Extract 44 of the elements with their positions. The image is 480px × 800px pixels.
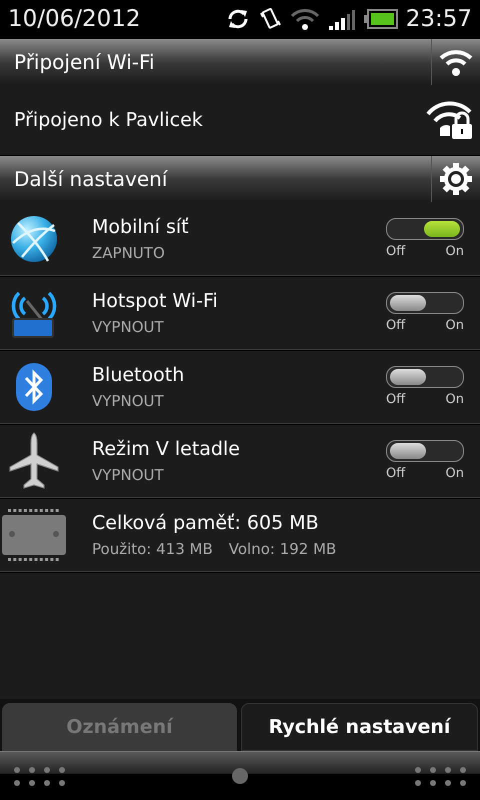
- wifi-network-label[interactable]: Připojeno k Pavlicek: [14, 109, 426, 131]
- memory-total: Celková paměť: 605 MB: [92, 512, 320, 534]
- toggle-label: On: [446, 244, 464, 259]
- toggle-label: Off: [386, 466, 406, 481]
- toggle-label: On: [446, 392, 464, 407]
- setting-title: Mobilní síť: [92, 216, 190, 238]
- toggle-switch[interactable]: [386, 218, 464, 240]
- memory-chip-icon: [0, 508, 68, 562]
- toggle-label: On: [446, 466, 464, 481]
- airplane-icon: [8, 430, 60, 490]
- vibrate-icon: [258, 7, 282, 31]
- settings-icon[interactable]: [439, 162, 473, 196]
- setting-title: Hotspot Wi-Fi: [92, 290, 219, 312]
- battery-icon: [364, 9, 398, 29]
- toggle-label: Off: [386, 392, 406, 407]
- setting-status: ZAPNUTO: [92, 244, 166, 262]
- status-date: 10/06/2012: [8, 6, 141, 32]
- toggle-label: Off: [386, 318, 406, 333]
- toggle-label: On: [446, 318, 464, 333]
- wifi-icon: [290, 7, 320, 31]
- drag-handle[interactable]: [0, 751, 480, 800]
- toggle-knob[interactable]: [424, 221, 460, 237]
- setting-title: Bluetooth: [92, 364, 186, 386]
- wifi-lock-icon[interactable]: [426, 100, 474, 140]
- toggle-knob[interactable]: [390, 295, 426, 311]
- wifi-icon[interactable]: [439, 47, 473, 77]
- toggle-switch[interactable]: [386, 366, 464, 388]
- toggle-label: Off: [386, 244, 406, 259]
- setting-title: Režim V letadle: [92, 438, 241, 460]
- sync-icon: [226, 7, 250, 31]
- toggle-switch[interactable]: [386, 440, 464, 462]
- toggle-knob[interactable]: [390, 443, 426, 459]
- signal-icon: [328, 7, 356, 31]
- status-time: 23:57: [406, 6, 472, 32]
- toggle-switch[interactable]: [386, 292, 464, 314]
- memory-free: Volno: 192 MB: [228, 540, 336, 558]
- section-title: Připojení Wi-Fi: [14, 50, 155, 74]
- section-title: Další nastavení: [14, 167, 168, 191]
- toggle-knob[interactable]: [390, 369, 426, 385]
- setting-status: VYPNOUT: [92, 392, 165, 410]
- tab[interactable]: Rychlé nastavení: [241, 703, 478, 751]
- setting-status: VYPNOUT: [92, 466, 165, 484]
- setting-status: VYPNOUT: [92, 318, 165, 336]
- memory-used: Použito: 413 MB: [92, 540, 213, 558]
